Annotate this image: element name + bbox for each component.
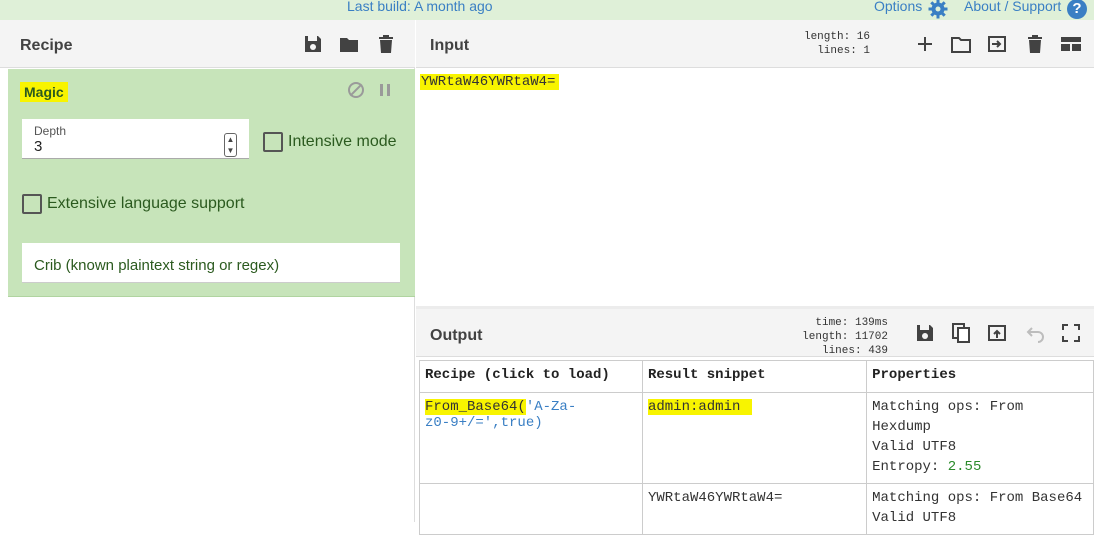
output-header: Output time: 139ms length: 11702 lines: … <box>416 309 1094 357</box>
output-lines: lines: 439 <box>821 345 888 357</box>
table-row[interactable]: YWRtaW46YWRtaW4= Matching ops: From Base… <box>419 483 1094 535</box>
table-header-row: Recipe (click to load) Result snippet Pr… <box>419 360 1094 393</box>
crib-placeholder: Crib (known plaintext string or regex) <box>34 257 280 274</box>
output-stats: time: 139ms length: 11702 lines: 439 <box>798 316 888 358</box>
table-row[interactable]: From_Base64('A-Za- z0-9+/=',true) admin:… <box>419 392 1094 484</box>
header-result: Result snippet <box>641 360 868 393</box>
snippet-cell: admin:admin <box>641 392 868 484</box>
input-panel: Input length: 16 lines: 1 YWRtaW46YWRtaW… <box>416 20 1094 307</box>
recipe-arg-2[interactable]: z0-9+/=',true) <box>425 415 543 431</box>
maximise-icon[interactable] <box>1060 322 1082 344</box>
entropy-value: 2.55 <box>947 459 982 475</box>
recipe-header: Recipe <box>0 20 415 68</box>
header-recipe: Recipe (click to load) <box>419 360 643 393</box>
about-support-link[interactable]: About / Support <box>964 0 1061 14</box>
output-title: Output <box>430 327 483 344</box>
clear-input-icon[interactable] <box>1024 33 1046 55</box>
output-time: time: 139ms <box>815 317 888 329</box>
property-line: Valid UTF8 <box>872 510 957 526</box>
layout-icon[interactable] <box>1060 33 1082 55</box>
intensive-mode-checkbox[interactable] <box>263 132 283 152</box>
top-bar: Last build: A month ago Options About / … <box>0 0 1094 20</box>
depth-value[interactable]: 3 <box>34 138 42 155</box>
property-line: Matching ops: From <box>872 399 1024 415</box>
output-panel: Output time: 139ms length: 11702 lines: … <box>416 309 1094 535</box>
property-line: Hexdump <box>872 419 931 435</box>
recipe-cell[interactable] <box>419 483 643 535</box>
help-icon[interactable]: ? <box>1067 0 1087 19</box>
trash-icon[interactable] <box>375 33 397 55</box>
magic-operation[interactable]: Magic Depth 3 ▲ ▼ Intensive mode Extensiv… <box>8 69 415 297</box>
depth-field[interactable]: Depth 3 ▲ ▼ <box>22 119 249 159</box>
input-title: Input <box>430 37 470 54</box>
operation-name[interactable]: Magic <box>20 82 68 102</box>
recipe-op-name[interactable]: From_Base64( <box>425 399 526 415</box>
input-textarea[interactable]: YWRtaW46YWRtaW4= <box>420 74 560 90</box>
copy-icon[interactable] <box>950 322 972 344</box>
snippet-cell: YWRtaW46YWRtaW4= <box>641 483 868 535</box>
gear-icon[interactable] <box>928 0 948 19</box>
open-folder-icon[interactable] <box>950 33 972 55</box>
options-link[interactable]: Options <box>874 0 922 14</box>
disable-icon[interactable] <box>348 82 364 98</box>
input-header: Input length: 16 lines: 1 <box>416 20 1094 68</box>
crib-input[interactable]: Crib (known plaintext string or regex) <box>22 243 400 283</box>
depth-label: Depth <box>34 124 67 138</box>
property-line: Matching ops: From Base64 <box>872 490 1083 506</box>
replace-input-icon[interactable] <box>986 322 1008 344</box>
last-build-text: Last build: A month ago <box>347 0 493 14</box>
input-stats: length: 16 lines: 1 <box>796 30 870 58</box>
input-length: length: 16 <box>803 31 870 43</box>
snippet-text: YWRtaW46YWRtaW4= <box>647 490 783 506</box>
depth-stepper[interactable]: ▲ ▼ <box>224 133 237 157</box>
recipe-cell[interactable]: From_Base64('A-Za- z0-9+/=',true) <box>419 392 643 484</box>
properties-cell: Matching ops: From Base64 Valid UTF8 <box>866 483 1094 535</box>
open-file-icon[interactable] <box>986 33 1008 55</box>
property-line: Valid UTF8 <box>872 439 957 455</box>
pause-icon[interactable] <box>380 84 390 96</box>
save-output-icon[interactable] <box>914 322 936 344</box>
extensive-language-checkbox[interactable] <box>22 194 42 214</box>
snippet-text: admin:admin <box>647 399 753 415</box>
output-length: length: 11702 <box>802 331 888 343</box>
save-icon[interactable] <box>302 33 324 55</box>
add-icon[interactable] <box>914 33 936 55</box>
magic-results-table: Recipe (click to load) Result snippet Pr… <box>419 360 1094 535</box>
header-properties: Properties <box>866 360 1094 393</box>
input-lines: lines: 1 <box>817 45 870 57</box>
property-line: Entropy: 2.55 <box>872 457 1088 477</box>
undo-icon[interactable] <box>1024 322 1046 344</box>
recipe-title: Recipe <box>20 37 73 54</box>
properties-cell: Matching ops: From Hexdump Valid UTF8 En… <box>866 392 1094 484</box>
intensive-mode-label[interactable]: Intensive mode <box>288 133 397 151</box>
recipe-arg-1[interactable]: 'A-Za- <box>526 399 576 415</box>
folder-icon[interactable] <box>338 33 360 55</box>
entropy-label: Entropy: <box>872 459 948 475</box>
extensive-language-label[interactable]: Extensive language support <box>47 195 244 213</box>
recipe-panel: Recipe Magic Depth 3 ▲ ▼ Intensive mode E… <box>0 20 415 522</box>
